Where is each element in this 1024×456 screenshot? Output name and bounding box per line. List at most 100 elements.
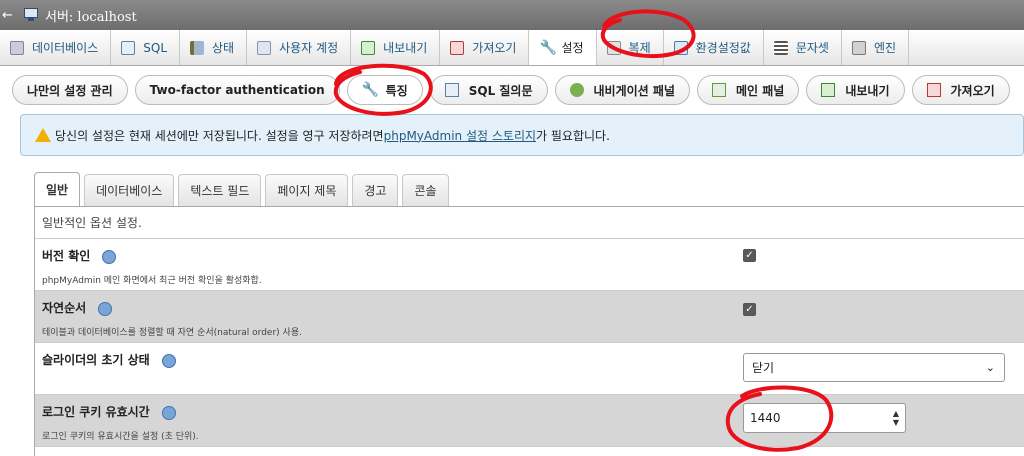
subtab-label: Two-factor authentication	[149, 83, 325, 97]
setting-row-version-check: 버전 확인 phpMyAdmin 메인 화면에서 최근 버전 확인을 활성화합.…	[35, 239, 1024, 291]
tab-settings[interactable]: 🔧 설정	[529, 30, 597, 65]
tab-label: 설정	[561, 41, 584, 55]
subtab-navigation-panel[interactable]: 내비게이션 패널	[554, 75, 690, 105]
sql-icon	[444, 83, 459, 97]
sql-icon	[121, 40, 136, 55]
login-cookie-validity-input[interactable]: 1440 ▲ ▼	[743, 403, 906, 433]
slider-state-select[interactable]: 닫기 ⌄	[743, 353, 1005, 382]
tab-general[interactable]: 일반	[34, 172, 81, 206]
tab-page-titles[interactable]: 페이지 제목	[265, 174, 349, 206]
setting-label: 버전 확인	[42, 247, 117, 264]
setting-label-text: 자연순서	[42, 301, 87, 315]
setting-label: 로그인 쿠키 유효시간	[42, 403, 176, 420]
status-icon	[190, 40, 204, 55]
tab-status[interactable]: 상태	[180, 30, 248, 65]
tab-label: 복제	[628, 41, 651, 55]
engine-icon	[851, 40, 866, 55]
tab-text-fields[interactable]: 텍스트 필드	[178, 174, 262, 206]
variables-icon	[673, 40, 688, 55]
setting-row-login-cookie-validity: 로그인 쿠키 유효시간 로그인 쿠키의 유효시간을 설정 (초 단위). 144…	[35, 395, 1024, 447]
subtab-label: 특징	[385, 83, 408, 98]
version-check-checkbox[interactable]: ✓	[743, 249, 756, 262]
subtab-sql-queries[interactable]: SQL 질의문	[429, 75, 548, 105]
tab-export[interactable]: 내보내기	[351, 30, 441, 65]
warning-icon	[35, 128, 51, 142]
notice-text-after: 가 필요합니다.	[536, 128, 610, 143]
server-title[interactable]: 서버: localhost	[45, 6, 137, 25]
help-icon[interactable]	[161, 405, 176, 420]
setting-description: 테이블과 데이터베이스를 정렬할 때 자연 순서(natural order) …	[42, 328, 302, 338]
charset-icon	[773, 40, 788, 55]
natural-order-checkbox[interactable]: ✓	[743, 303, 756, 316]
user-accounts-icon	[257, 40, 272, 55]
subtab-two-factor[interactable]: Two-factor authentication	[134, 75, 340, 105]
session-notice: 당신의 설정은 현재 세션에만 저장됩니다. 설정을 영구 저장하려면 phpM…	[20, 114, 1024, 156]
help-icon[interactable]	[102, 249, 117, 264]
setting-label: 자연순서	[42, 299, 113, 316]
import-icon	[450, 40, 465, 55]
chevron-down-icon: ⌄	[985, 361, 995, 374]
tab-sql[interactable]: SQL	[111, 30, 180, 65]
setting-label-text: 로그인 쿠키 유효시간	[42, 405, 150, 419]
tab-label: 사용자 계정	[279, 41, 339, 55]
tab-label: 엔진	[873, 41, 897, 55]
database-icon	[10, 40, 24, 55]
subtab-manage-settings[interactable]: 나만의 설정 관리	[12, 75, 128, 105]
tab-console[interactable]: 콘솔	[402, 174, 449, 206]
subtab-label: SQL 질의문	[468, 83, 533, 98]
tab-replication[interactable]: 복제	[597, 30, 664, 65]
subtab-features[interactable]: 🔧 특징	[346, 75, 423, 105]
notice-text-before: 당신의 설정은 현재 세션에만 저장됩니다. 설정을 영구 저장하려면	[55, 128, 384, 143]
server-bar: ← 서버: localhost	[0, 0, 1024, 30]
replication-icon	[606, 40, 621, 55]
navigation-icon	[569, 83, 584, 97]
tab-user-accounts[interactable]: 사용자 계정	[247, 30, 352, 65]
panel-description: 일반적인 옵션 설정.	[35, 207, 1024, 239]
server-icon	[24, 8, 42, 22]
features-tabs: 일반 데이터베이스 텍스트 필드 페이지 제목 경고 콘솔	[34, 172, 453, 206]
back-arrow-icon[interactable]: ←	[2, 8, 16, 23]
export-icon	[361, 40, 376, 55]
setting-description: phpMyAdmin 메인 화면에서 최근 버전 확인을 활성화합.	[42, 276, 262, 286]
wrench-icon: 🔧	[361, 82, 380, 98]
setting-row-natural-order: 자연순서 테이블과 데이터베이스를 정렬할 때 자연 순서(natural or…	[35, 291, 1024, 343]
top-navigation: 데이터베이스 SQL 상태 사용자 계정 내보내기 가져오기 🔧 설정 복제 환경…	[0, 30, 1024, 66]
tab-charsets[interactable]: 문자셋	[764, 30, 842, 65]
subtab-label: 가져오기	[950, 83, 995, 98]
tab-label: SQL	[143, 40, 167, 55]
input-value: 1440	[750, 411, 781, 425]
subtab-main-panel[interactable]: 메인 패널	[696, 75, 800, 105]
tab-label: 데이터베이스	[32, 41, 99, 55]
subtab-label: 내비게이션 패널	[593, 83, 675, 98]
config-storage-link[interactable]: phpMyAdmin 설정 스토리지	[384, 127, 536, 144]
tab-label: 가져오기	[472, 41, 517, 55]
main-panel-icon	[711, 83, 726, 97]
subtab-import[interactable]: 가져오기	[911, 75, 1010, 105]
setting-label-text: 버전 확인	[42, 249, 91, 263]
spinner-arrows-icon[interactable]: ▲ ▼	[893, 409, 899, 427]
tab-databases[interactable]: 데이터베이스	[0, 30, 112, 65]
export-icon	[821, 83, 836, 97]
tab-label: 내보내기	[383, 41, 428, 55]
tab-engines[interactable]: 엔진	[842, 30, 910, 65]
tab-label: 환경설정값	[695, 41, 751, 55]
general-settings-panel: 일반적인 옵션 설정. 버전 확인 phpMyAdmin 메인 화면에서 최근 …	[34, 206, 1024, 456]
subtab-export[interactable]: 내보내기	[806, 75, 905, 105]
setting-label: 슬라이더의 초기 상태	[42, 351, 176, 368]
import-icon	[926, 83, 941, 97]
setting-row-slider-state: 슬라이더의 초기 상태 닫기 ⌄	[35, 343, 1024, 395]
tab-databases-features[interactable]: 데이터베이스	[84, 174, 175, 206]
subtab-label: 메인 패널	[735, 83, 785, 98]
select-value: 닫기	[752, 361, 775, 375]
subtab-label: 나만의 설정 관리	[27, 83, 113, 98]
help-icon[interactable]	[161, 353, 176, 368]
tab-warnings[interactable]: 경고	[352, 174, 399, 206]
tab-label: 문자셋	[795, 41, 829, 55]
tab-variables[interactable]: 환경설정값	[664, 30, 764, 65]
settings-subnav: 나만의 설정 관리 Two-factor authentication 🔧 특징 …	[0, 66, 1024, 114]
wrench-icon: 🔧	[539, 39, 557, 56]
tab-import[interactable]: 가져오기	[440, 30, 530, 65]
setting-description: 로그인 쿠키의 유효시간을 설정 (초 단위).	[42, 432, 199, 442]
help-icon[interactable]	[98, 301, 113, 316]
subtab-label: 내보내기	[845, 83, 890, 98]
